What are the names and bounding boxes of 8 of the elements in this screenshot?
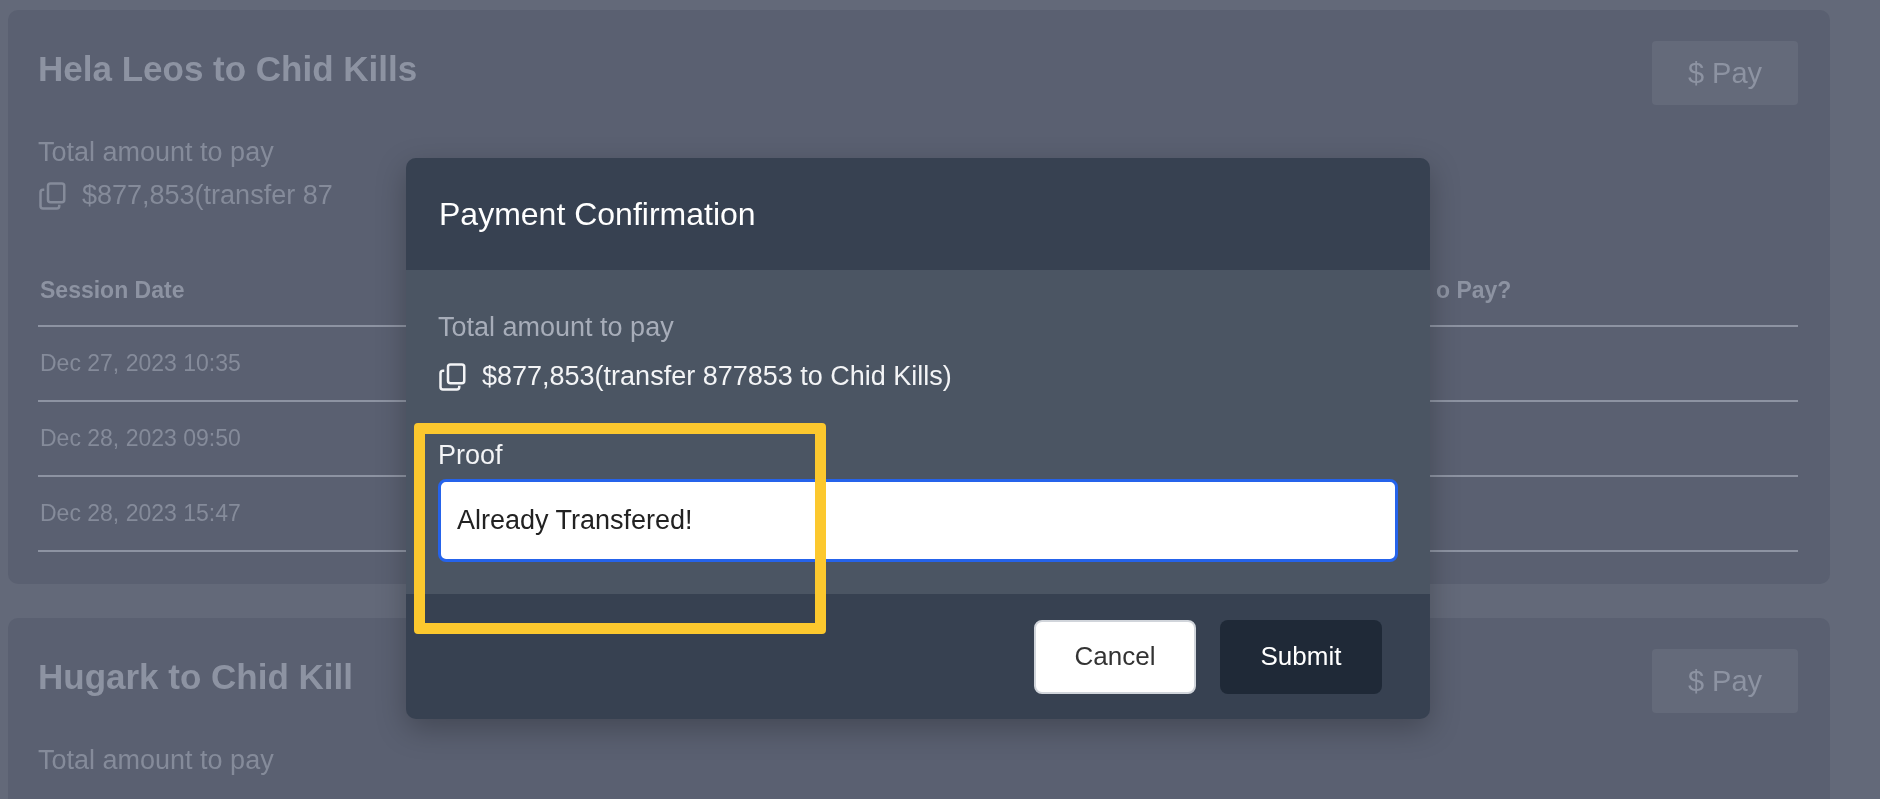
proof-field[interactable]: Already Transfered! [438,479,1398,562]
field-label: Proof [438,440,503,471]
amount-text: $877,853(transfer 877853 to Chid Kills) [482,361,952,392]
copy-icon[interactable] [438,361,468,392]
cancel-button[interactable]: Cancel [1034,619,1196,694]
dialog-title: Payment Confirmation [439,195,756,233]
total-label: Total amount to pay [438,312,674,343]
submit-button[interactable]: Submit [1220,619,1382,694]
